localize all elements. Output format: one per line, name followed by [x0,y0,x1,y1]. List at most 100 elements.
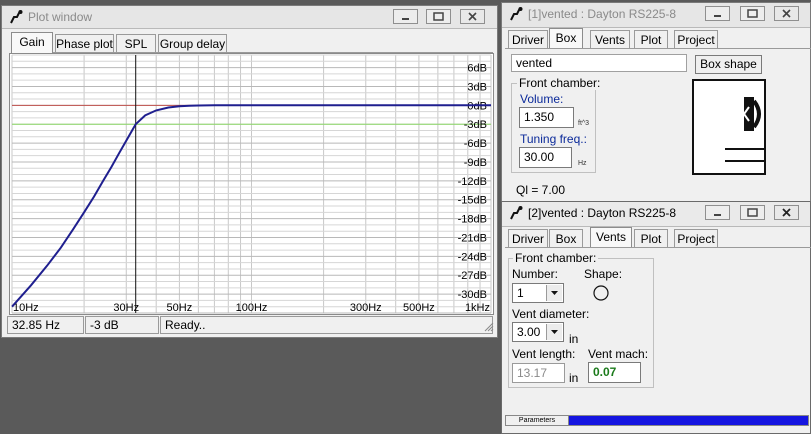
x-tick-label: 1kHz [465,302,490,314]
x-tick-label: 10Hz [13,302,39,314]
parameters-bar: Parameters [505,415,809,426]
minimize-button[interactable] [705,205,730,220]
close-icon [468,12,477,21]
y-tick-label: -21dB [458,232,487,244]
minimize-button[interactable] [705,6,730,21]
vented2-title: [2]vented : Dayton RS225-8 [528,206,677,220]
vented1-window: [1]vented : Dayton RS225-8 Driver Box Ve… [501,2,811,202]
volume-input[interactable]: 1.350 [519,107,574,128]
maximize-button[interactable] [740,6,765,21]
tab-spl[interactable]: SPL [116,34,156,53]
vent-diameter-unit: in [569,332,579,346]
maximize-icon [747,9,758,18]
y-tick-label: -24dB [458,251,487,263]
maximize-icon [433,12,444,21]
status-level: -3 dB [85,316,159,334]
y-tick-label: -3dB [464,119,487,131]
maximize-button[interactable] [740,205,765,220]
close-button[interactable] [774,205,799,220]
y-tick-label: -30dB [458,289,487,301]
tab-project[interactable]: Project [674,229,718,248]
box-diagram [692,79,766,175]
y-tick-label: -18dB [458,214,487,226]
vent-length-input[interactable]: 13.17 [512,363,565,383]
resize-grip-icon[interactable] [484,322,494,332]
tab-phase-plot[interactable]: Phase plot [55,34,114,53]
status-message: Ready.. [160,316,493,334]
plot-window-title: Plot window [28,10,93,24]
y-tick-label: 3dB [467,81,487,93]
tab-gain[interactable]: Gain [11,32,53,53]
y-tick-label: -9dB [464,157,487,169]
tab-box[interactable]: Box [549,229,583,248]
tuning-unit: Hz [578,160,587,167]
number-label: Number: [512,267,559,281]
vent-mach-label: Vent mach: [588,347,649,361]
vent-mach-value: 0.07 [588,362,641,383]
tab-project[interactable]: Project [674,30,718,49]
minimize-icon [402,18,409,20]
x-tick-label: 100Hz [236,302,268,314]
tab-box[interactable]: Box [549,28,583,49]
vent-diameter-select[interactable]: 3.00 [512,322,564,342]
number-select[interactable]: 1 [512,283,564,303]
shape-label: Shape: [584,267,623,281]
close-button[interactable] [774,6,799,21]
y-tick-label: -12dB [458,176,487,188]
vented2-window: [2]vented : Dayton RS225-8 Driver Box Ve… [501,201,811,434]
y-tick-label: -15dB [458,195,487,207]
app-logo-icon [10,10,23,24]
x-tick-label: 300Hz [350,302,382,314]
close-icon [782,9,791,18]
minimize-icon [714,214,721,216]
tab-plot[interactable]: Plot [634,229,668,248]
volume-unit: ft^3 [578,120,590,127]
tab-vents[interactable]: Vents [590,227,632,248]
vented2-titlebar[interactable]: [2]vented : Dayton RS225-8 [502,202,810,227]
front-chamber-label: Front chamber: [513,251,599,265]
ql-value: Ql = 7.00 [516,183,566,197]
parameters-tab[interactable]: Parameters [506,416,569,425]
tab-vents[interactable]: Vents [590,30,630,49]
tuning-label: Tuning freq.: [520,132,587,146]
chevron-down-icon [551,291,558,295]
x-tick-label: 500Hz [403,302,435,314]
tab-driver[interactable]: Driver [508,30,548,49]
app-logo-icon [510,206,523,220]
app-logo-icon [510,7,523,21]
vent-shape-circle-icon[interactable] [592,284,610,302]
vent-length-unit: in [569,371,579,385]
front-chamber-label: Front chamber: [517,76,603,90]
box-shape-button[interactable]: Box shape [695,55,762,74]
number-dropdown-button[interactable] [546,285,562,301]
gain-plot[interactable]: 6dB 3dB 0dB -3dB -6dB -9dB -12dB -15dB -18dB -21d… [9,53,494,315]
number-value: 1 [517,286,524,300]
diameter-dropdown-button[interactable] [546,324,562,340]
tab-driver[interactable]: Driver [508,229,548,248]
tuning-input[interactable]: 30.00 [519,147,572,168]
vent-diameter-label: Vent diameter: [512,307,590,321]
vented1-title: [1]vented : Dayton RS225-8 [528,7,677,21]
close-button[interactable] [460,9,485,24]
minimize-icon [714,15,721,17]
vent-length-label: Vent length: [512,347,576,361]
close-icon [782,208,791,217]
maximize-button[interactable] [426,9,451,24]
box-name-input[interactable]: vented [511,54,687,72]
chevron-down-icon [551,330,558,334]
tab-group-delay[interactable]: Group delay [158,34,227,53]
plot-window-titlebar[interactable]: Plot window [2,6,497,29]
minimize-button[interactable] [393,9,418,24]
y-tick-label: 0dB [467,100,487,112]
tab-plot[interactable]: Plot [634,30,668,49]
maximize-icon [747,208,758,217]
vent-diameter-value: 3.00 [517,325,541,339]
parameters-label: Parameters [518,417,556,424]
vented1-titlebar[interactable]: [1]vented : Dayton RS225-8 [502,3,810,28]
status-frequency: 32.85 Hz [7,316,84,334]
y-tick-label: -6dB [464,138,487,150]
y-tick-label: 6dB [467,63,487,75]
plot-window: Plot window Gain Phase plot SPL Group de… [1,5,498,338]
y-tick-label: -27dB [458,270,487,282]
x-tick-label: 50Hz [167,302,193,314]
